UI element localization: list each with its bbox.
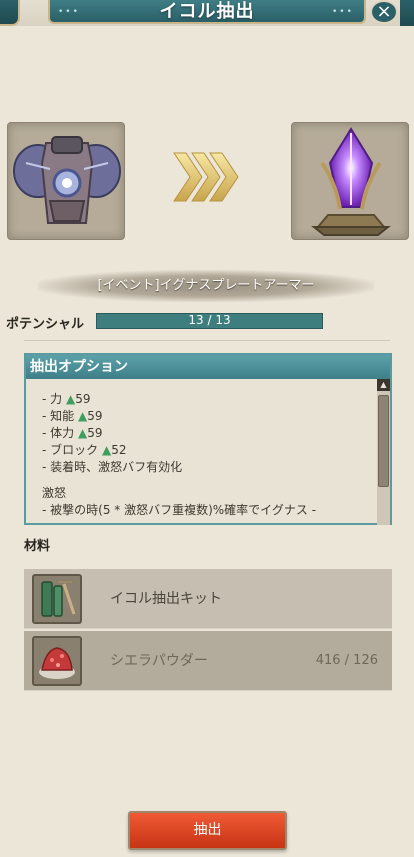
extract-options-title: 抽出オプション (26, 355, 390, 379)
options-scrollbar[interactable]: ▲ (377, 379, 390, 525)
extract-options-list: - 力 ▲59 - 知能 ▲59 - 体力 ▲59 - ブロック ▲52 - 装… (42, 391, 372, 519)
option-value: 59 (87, 409, 103, 423)
option-line: - 力 ▲59 (42, 391, 372, 408)
option-section-title: 激怒 (42, 486, 67, 500)
stat-up-icon: ▲ (65, 392, 76, 406)
option-value: 59 (87, 426, 103, 440)
armor-icon (13, 136, 121, 224)
stat-up-icon: ▲ (77, 426, 88, 440)
header: ••• ••• イコル抽出 × (0, 0, 414, 26)
option-label: - 力 (42, 392, 63, 406)
option-section-text: - 被撃の時(5 * 激怒バフ重複数)%確率でイグナス - (42, 503, 317, 517)
material-row[interactable]: シエラパウダー 416 / 126 (24, 631, 392, 691)
divider (24, 340, 390, 341)
option-label: - 知能 (42, 409, 75, 423)
result-item-slot[interactable] (291, 122, 409, 240)
close-icon: × (376, 1, 392, 22)
item-name: [イベント]イグナスプレートアーマー (38, 270, 374, 302)
materials-label: 材料 (24, 539, 51, 554)
potential-value: 13 / 13 (188, 313, 231, 327)
option-value: 52 (111, 443, 127, 457)
option-line: - 体力 ▲59 (42, 425, 372, 442)
potential-label: ポテンシャル (6, 317, 85, 332)
source-item-slot[interactable] (7, 122, 125, 240)
page-title: イコル抽出 (159, 1, 255, 22)
scroll-up-icon[interactable]: ▲ (377, 379, 390, 391)
option-line: - 知能 ▲59 (42, 408, 372, 425)
chevron-right-arrows-icon (173, 152, 239, 202)
option-label: - 装着時、激怒バフ有効化 (42, 460, 183, 474)
option-label: - ブロック (42, 443, 99, 457)
material-name: イコル抽出キット (110, 591, 222, 607)
powder-icon (32, 636, 82, 686)
option-line: - ブロック ▲52 (42, 442, 372, 459)
extract-button[interactable]: 抽出 (128, 811, 287, 850)
material-name: シエラパウダー (110, 653, 208, 669)
option-label: - 体力 (42, 426, 75, 440)
header-right-ornament (400, 0, 414, 26)
material-row[interactable]: イコル抽出キット (24, 569, 392, 629)
option-line: - 装着時、激怒バフ有効化 (42, 459, 372, 476)
extract-options-panel: 抽出オプション - 力 ▲59 - 知能 ▲59 - 体力 ▲59 - ブロック… (24, 353, 392, 525)
material-count: 416 / 126 (315, 653, 378, 668)
option-value: 59 (75, 392, 91, 406)
scroll-thumb[interactable] (378, 395, 389, 487)
close-button[interactable]: × (370, 0, 398, 24)
stat-up-icon: ▲ (101, 443, 112, 457)
crystal-icon (311, 127, 391, 236)
extract-kit-icon (32, 574, 82, 624)
stat-up-icon: ▲ (77, 409, 88, 423)
